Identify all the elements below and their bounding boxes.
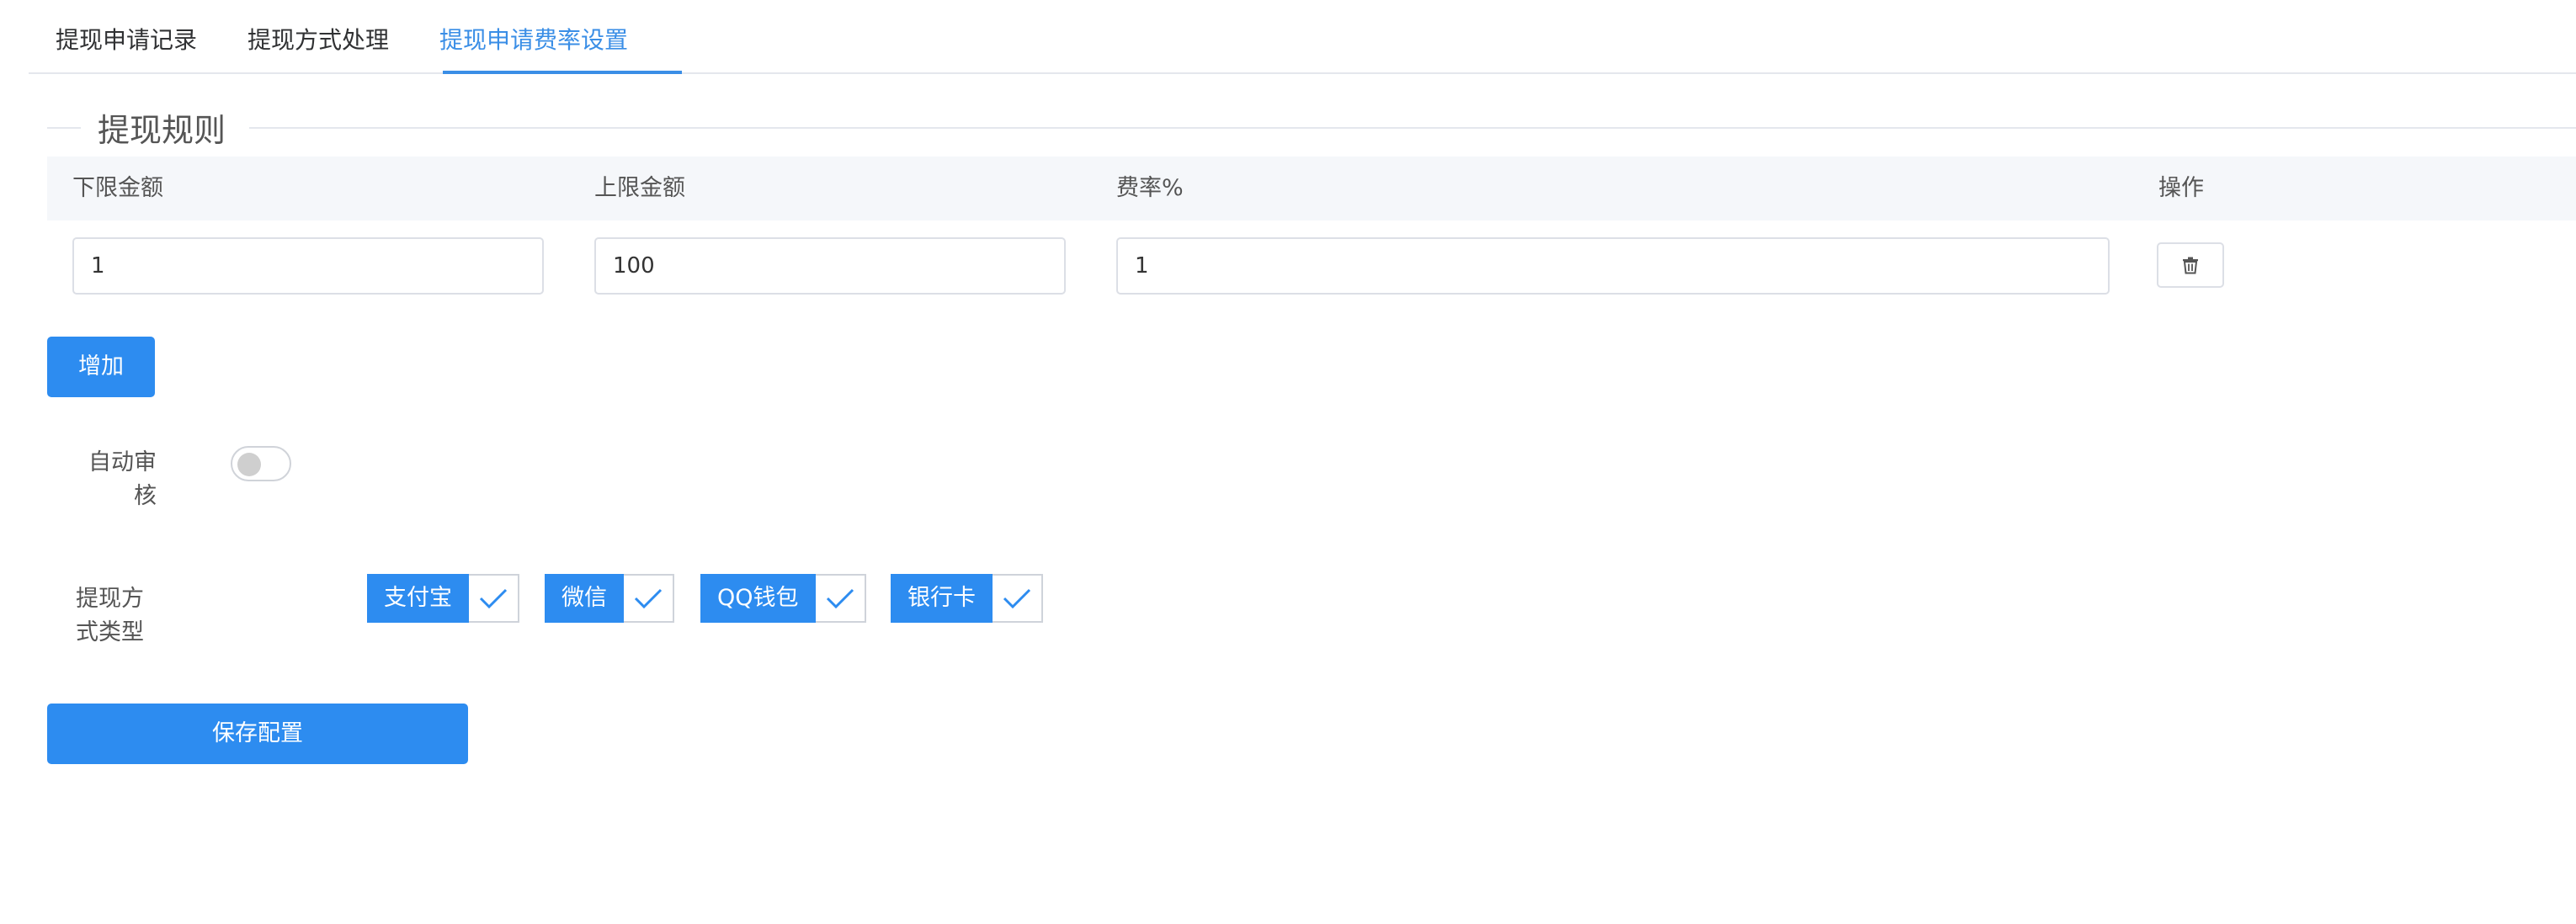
option-wechat[interactable]: 微信 xyxy=(545,574,674,623)
check-icon xyxy=(826,588,854,609)
header-max-amount: 上限金额 xyxy=(594,175,685,201)
tab-withdraw-methods[interactable]: 提现方式处理 xyxy=(247,0,389,72)
header-action: 操作 xyxy=(2158,175,2204,201)
option-label: QQ钱包 xyxy=(700,574,816,623)
option-label: 银行卡 xyxy=(891,574,993,623)
tab-withdraw-records[interactable]: 提现申请记录 xyxy=(56,0,197,72)
check-icon xyxy=(479,588,508,609)
check-icon xyxy=(634,588,663,609)
auto-review-switch[interactable] xyxy=(231,446,291,481)
legend-divider-right xyxy=(249,127,2576,129)
switch-knob xyxy=(237,453,261,476)
header-min-amount: 下限金额 xyxy=(72,175,163,201)
trash-icon xyxy=(2183,257,2198,274)
tab-fee-rate-settings[interactable]: 提现申请费率设置 xyxy=(439,0,628,72)
checkbox[interactable] xyxy=(815,574,866,623)
option-alipay[interactable]: 支付宝 xyxy=(367,574,519,623)
checkbox[interactable] xyxy=(624,574,674,623)
table-row xyxy=(47,220,2576,313)
auto-review-label: 自动审核 xyxy=(88,449,157,509)
option-label: 微信 xyxy=(545,574,624,623)
withdraw-type-label: 提现方式类型 xyxy=(76,586,144,645)
option-qq-wallet[interactable]: QQ钱包 xyxy=(700,574,866,623)
active-tab-indicator xyxy=(443,71,682,74)
rules-table-header: 下限金额 上限金额 费率% 操作 xyxy=(47,157,2576,220)
max-amount-input[interactable] xyxy=(594,237,1066,295)
rules-legend: 提现规则 xyxy=(98,112,226,149)
delete-row-button[interactable] xyxy=(2157,242,2224,288)
header-fee-rate: 费率% xyxy=(1116,175,1184,201)
save-config-button[interactable]: 保存配置 xyxy=(47,704,468,764)
option-bank-card[interactable]: 银行卡 xyxy=(891,574,1043,623)
checkbox[interactable] xyxy=(993,574,1043,623)
fee-rate-input[interactable] xyxy=(1116,237,2110,295)
option-label: 支付宝 xyxy=(367,574,469,623)
checkbox[interactable] xyxy=(469,574,519,623)
add-rule-button[interactable]: 增加 xyxy=(47,337,155,397)
check-icon xyxy=(1003,588,1031,609)
legend-divider-left xyxy=(47,127,81,129)
min-amount-input[interactable] xyxy=(72,237,544,295)
tab-bar: 提现申请记录 提现方式处理 提现申请费率设置 xyxy=(29,0,2576,74)
